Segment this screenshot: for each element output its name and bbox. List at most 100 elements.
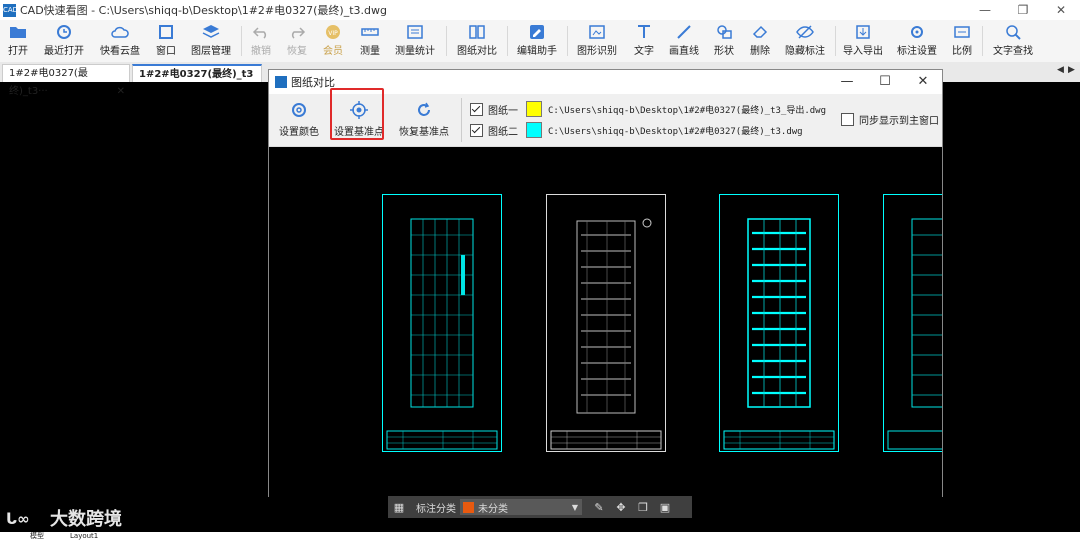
layers-button[interactable]: 图层管理 (188, 22, 234, 60)
dialog-close-button[interactable]: ✕ (904, 70, 942, 94)
category-label: 标注分类 (416, 503, 456, 515)
tab-scroll-left-icon[interactable]: ◀ (1057, 65, 1064, 75)
dialog-minimize-button[interactable]: — (828, 70, 866, 94)
copy-icon[interactable]: ❐ (636, 501, 650, 514)
move-icon[interactable]: ✥ (614, 501, 628, 514)
tab-scroll-right-icon[interactable]: ▶ (1068, 65, 1075, 75)
edit-icon[interactable]: ✎ (592, 501, 606, 514)
tab-close-icon[interactable]: ✕ (117, 83, 125, 101)
layout-tab[interactable]: Layout1 (70, 532, 98, 541)
delete-label: 删除 (750, 46, 770, 57)
watermark-icon: ᒐ∞ (6, 510, 30, 528)
set-color-button[interactable]: 设置颜色 (277, 98, 321, 138)
dialog-divider (461, 98, 462, 142)
tab-document-1[interactable]: 1#2#电0327(最终)_t3··· ✕ (2, 64, 130, 97)
gear-icon (292, 103, 306, 117)
undo-label: 撤销 (251, 46, 271, 57)
sync-label: 同步显示到主窗口 (859, 116, 939, 127)
drawing-sheet-3[interactable] (719, 194, 839, 452)
grid-icon[interactable]: ▦ (392, 501, 406, 514)
undo-button[interactable]: 撤销 (248, 22, 274, 60)
drawing-sheet-2-graphic (550, 218, 662, 450)
recent-label: 最近打开 (44, 46, 84, 57)
annotation-bar: ▦ 标注分类 未分类 ▼ ✎ ✥ ❐ ▣ (388, 496, 692, 518)
edit-helper-icon (530, 25, 544, 39)
window-icon (159, 25, 173, 39)
file1-color-swatch[interactable] (526, 101, 542, 117)
file-row-2: 图纸二 C:\Users\shiqq-b\Desktop\1#2#电0327(最… (470, 121, 803, 139)
text-search-label: 文字查找 (993, 46, 1033, 57)
category-select[interactable]: 未分类 ▼ (460, 499, 582, 515)
sync-option[interactable]: 同步显示到主窗口 (841, 112, 939, 127)
restore-base-point-button[interactable]: 恢复基准点 (397, 98, 451, 138)
annot-settings-button[interactable]: 标注设置 (894, 22, 940, 60)
text-search-button[interactable]: 文字查找 (990, 22, 1036, 60)
compare-canvas[interactable] (269, 147, 942, 497)
scale-button[interactable]: 比例 (948, 22, 976, 60)
window-button[interactable]: 窗口 (152, 22, 180, 60)
vip-button[interactable]: VIP 会员 (320, 22, 346, 60)
scale-label: 比例 (952, 46, 972, 57)
dialog-toolbar: 设置颜色 设置基准点 恢复基准点 图纸一 C:\Users\shiqq-b\De… (269, 88, 942, 147)
restore-base-point-label: 恢复基准点 (399, 127, 449, 138)
scale-icon (954, 26, 970, 38)
sync-checkbox[interactable] (841, 113, 854, 126)
file1-label: 图纸一 (488, 105, 518, 117)
recent-button[interactable]: 最近打开 (40, 22, 88, 60)
paste-icon[interactable]: ▣ (658, 501, 672, 514)
redo-button[interactable]: 恢复 (284, 22, 310, 60)
line-label: 画直线 (669, 46, 699, 57)
cloud-label: 快看云盘 (100, 46, 140, 57)
dialog-logo-icon (275, 76, 287, 88)
window-title: CAD快速看图 - C:\Users\shiqq-b\Desktop\1#2#电… (20, 4, 387, 17)
drawing-sheet-3-graphic (723, 218, 835, 450)
import-export-button[interactable]: 导入导出 (840, 22, 886, 60)
minimize-button[interactable]: — (966, 0, 1004, 20)
toolbar-divider (446, 26, 447, 56)
edit-helper-button[interactable]: 编辑助手 (514, 22, 560, 60)
file2-label: 图纸二 (488, 126, 518, 138)
svg-text:VIP: VIP (328, 30, 338, 37)
hide-annot-button[interactable]: 隐藏标注 (782, 22, 828, 60)
line-icon (677, 25, 691, 39)
drawing-sheet-2[interactable] (546, 194, 666, 452)
drawing-sheet-1[interactable] (382, 194, 502, 452)
title-bar: CAD CAD快速看图 - C:\Users\shiqq-b\Desktop\1… (0, 0, 1080, 20)
compare-label: 图纸对比 (457, 46, 497, 57)
layers-icon (202, 25, 220, 38)
shape-icon (717, 25, 732, 39)
drawing-sheet-4[interactable] (883, 194, 942, 452)
watermark-text: 大数跨境 (50, 509, 122, 530)
import-export-label: 导入导出 (843, 46, 883, 57)
stats-icon (407, 25, 423, 39)
tab-label: 1#2#电0327(最终)_t3 (139, 69, 254, 80)
shape-button[interactable]: 形状 (710, 22, 738, 60)
measure-button[interactable]: 测量 (356, 22, 384, 60)
restore-button[interactable]: ❐ (1004, 0, 1042, 20)
model-tab[interactable]: 模型 (30, 532, 44, 541)
window-label: 窗口 (156, 46, 176, 57)
text-button[interactable]: 文字 (630, 22, 658, 60)
toolbar-divider (241, 26, 242, 56)
line-button[interactable]: 画直线 (666, 22, 702, 60)
file1-checkbox[interactable] (470, 102, 483, 116)
dialog-title: 图纸对比 (291, 76, 335, 89)
delete-button[interactable]: 删除 (746, 22, 774, 60)
shape-recog-button[interactable]: 图形识别 (574, 22, 620, 60)
watermark-logo: ᒐ∞ 大数跨境 (6, 505, 122, 531)
tab-document-2[interactable]: 1#2#电0327(最终)_t3 (132, 64, 262, 82)
cloud-button[interactable]: 快看云盘 (96, 22, 144, 60)
close-button[interactable]: ✕ (1042, 0, 1080, 20)
refresh-icon (418, 102, 430, 116)
open-button[interactable]: 打开 (4, 22, 32, 60)
file2-color-swatch[interactable] (526, 122, 542, 138)
search-icon (1006, 25, 1021, 40)
compare-button[interactable]: 图纸对比 (454, 22, 500, 60)
file2-checkbox[interactable] (470, 123, 483, 137)
redo-label: 恢复 (287, 46, 307, 57)
dialog-maximize-button[interactable]: ☐ (866, 70, 904, 94)
settings-icon (911, 26, 923, 38)
svg-text:ᒐ∞: ᒐ∞ (6, 510, 30, 528)
measure-stats-button[interactable]: 测量统计 (392, 22, 438, 60)
annot-settings-label: 标注设置 (897, 46, 937, 57)
